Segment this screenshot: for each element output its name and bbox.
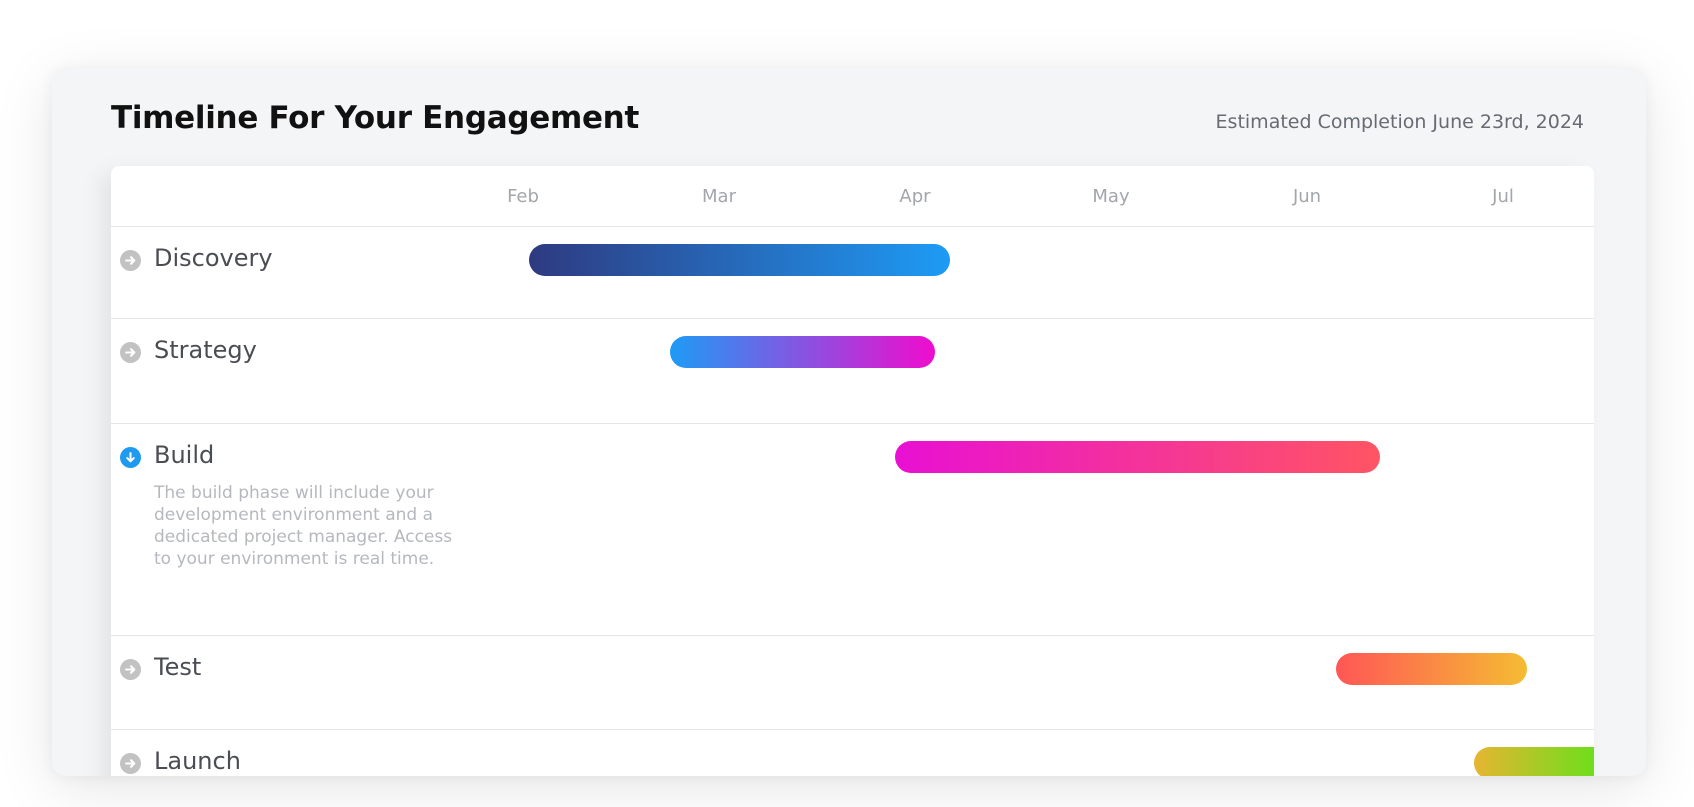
month-label: Jun xyxy=(1292,186,1322,207)
phase-row-launch[interactable]: Launch xyxy=(111,730,1594,776)
arrow-down-circle-icon[interactable] xyxy=(120,447,141,468)
timeline-panel: Feb Mar Apr May Jun Jul Discovery Strate… xyxy=(111,166,1594,776)
month-label: Jul xyxy=(1492,186,1514,207)
phase-row-test[interactable]: Test xyxy=(111,636,1594,730)
timeline-card: Timeline For Your Engagement Estimated C… xyxy=(52,68,1646,776)
month-header: Feb Mar Apr May Jun Jul xyxy=(111,166,1594,227)
arrow-right-circle-icon[interactable] xyxy=(120,342,141,363)
phase-label[interactable]: Discovery xyxy=(154,244,273,272)
phase-label[interactable]: Strategy xyxy=(154,336,257,364)
phase-row-strategy[interactable]: Strategy xyxy=(111,319,1594,424)
phase-bar xyxy=(1473,747,1594,776)
phase-bar xyxy=(670,336,935,368)
phase-bar xyxy=(528,244,951,276)
phase-bar xyxy=(895,441,1380,473)
arrow-right-circle-icon[interactable] xyxy=(120,659,141,680)
month-label: Feb xyxy=(507,186,539,207)
estimated-completion: Estimated Completion June 23rd, 2024 xyxy=(1215,111,1584,133)
phase-description: The build phase will include your develo… xyxy=(154,483,453,569)
phase-row-build[interactable]: Build The build phase will include your … xyxy=(111,424,1594,636)
phase-label[interactable]: Build xyxy=(154,441,214,469)
month-label: May xyxy=(1092,186,1130,207)
phase-bar xyxy=(1336,653,1527,685)
phase-row-discovery[interactable]: Discovery xyxy=(111,227,1594,319)
phase-label[interactable]: Launch xyxy=(154,747,241,775)
page-title: Timeline For Your Engagement xyxy=(111,100,639,136)
month-label: Mar xyxy=(702,186,736,207)
phase-label[interactable]: Test xyxy=(154,653,201,681)
arrow-right-circle-icon[interactable] xyxy=(120,753,141,774)
month-label: Apr xyxy=(899,186,931,207)
arrow-right-circle-icon[interactable] xyxy=(120,250,141,271)
